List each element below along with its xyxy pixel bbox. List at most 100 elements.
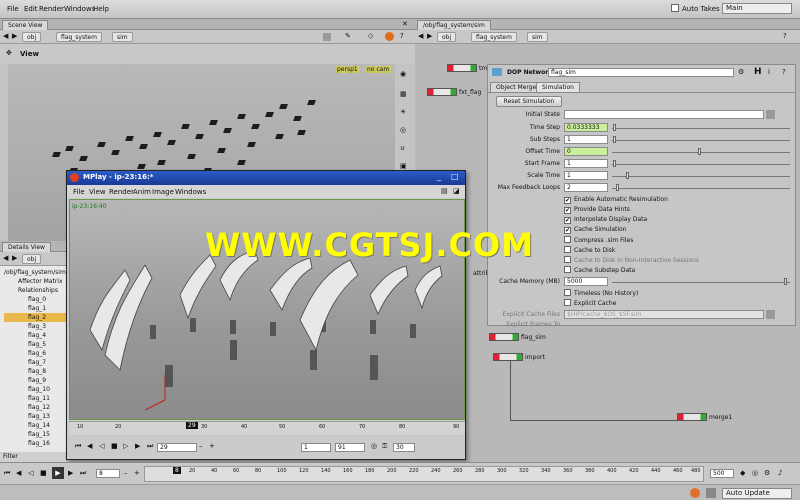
mplay-menu-anim[interactable]: Anim: [133, 188, 151, 196]
cache-disk-noninteractive-checkbox[interactable]: Cache to Disk in Non-Interactive Session…: [564, 256, 699, 264]
sub-steps-slider[interactable]: [613, 136, 616, 143]
tree-item-flag-selected[interactable]: flag_2: [4, 313, 66, 322]
minus-icon[interactable]: –: [124, 469, 128, 478]
tab-details-view[interactable]: Details View: [2, 242, 51, 252]
tree-item-affector[interactable]: Affector Matrix: [4, 277, 66, 286]
time-step-slider[interactable]: [613, 124, 616, 131]
display-icon[interactable]: ▦: [400, 90, 407, 99]
auto-update-select[interactable]: Auto Update: [722, 488, 792, 499]
mplay-frame-field[interactable]: 29: [157, 443, 197, 452]
offset-time-field[interactable]: 0: [564, 147, 608, 156]
gear-icon[interactable]: ⚙: [738, 68, 744, 77]
help-icon[interactable]: ?: [400, 32, 404, 41]
maximize-icon[interactable]: □: [451, 172, 459, 181]
mplay-menu-windows[interactable]: Windows: [175, 188, 206, 196]
minus-icon[interactable]: –: [199, 442, 203, 451]
help-icon[interactable]: ?: [783, 32, 787, 41]
tree-item-flag[interactable]: flag_10: [4, 385, 66, 394]
max-feedback-field[interactable]: 2: [564, 183, 608, 192]
reset-simulation-button[interactable]: Reset Simulation: [496, 96, 562, 107]
node-merge[interactable]: [677, 413, 707, 421]
eye-icon[interactable]: ◉: [400, 70, 406, 79]
cube-icon[interactable]: ◇: [368, 32, 373, 41]
scale-time-field[interactable]: 1: [564, 171, 608, 180]
tab-network-path[interactable]: /obj/flag_system/sim: [417, 20, 491, 30]
mplay-menu-view[interactable]: View: [89, 188, 106, 196]
first-frame-icon[interactable]: ⏮: [75, 442, 81, 451]
mplay-menu-render[interactable]: Render: [109, 188, 134, 196]
interpolate-display-checkbox[interactable]: ✔ Interpolate Display Data: [564, 216, 647, 224]
tab-scene-view[interactable]: Scene View: [2, 20, 49, 30]
last-frame-icon[interactable]: ⏭: [147, 442, 153, 451]
crumb-sim[interactable]: sim: [112, 32, 133, 42]
range-icon[interactable]: ◎: [752, 469, 758, 478]
tree-item-relationships[interactable]: Relationships: [4, 286, 66, 295]
crumb-obj[interactable]: obj: [437, 32, 457, 42]
mplay-titlebar[interactable]: MPlay - ip-23:16:* _ □: [67, 171, 465, 185]
close-icon[interactable]: ✕: [402, 20, 408, 28]
crumb-flag-system[interactable]: flag_system: [471, 32, 517, 42]
time-step-field[interactable]: 0.0333333: [564, 123, 608, 132]
mplay-menu-image[interactable]: Image: [152, 188, 174, 196]
tree-root-path[interactable]: /obj/flag_system/sim: [4, 268, 66, 277]
forward-icon[interactable]: ▶: [12, 254, 17, 263]
stop-icon[interactable]: ■: [111, 442, 118, 451]
tree-item-flag[interactable]: flag_6: [4, 349, 66, 358]
tab-simulation[interactable]: Simulation: [536, 82, 580, 92]
tree-item-flag[interactable]: flag_4: [4, 331, 66, 340]
tree-item-flag[interactable]: flag_11: [4, 394, 66, 403]
end-frame-field[interactable]: 500: [710, 469, 734, 478]
play-reverse-icon[interactable]: ◁: [28, 469, 33, 478]
explicit-cache-checkbox[interactable]: Explicit Cache: [564, 299, 616, 307]
audio-icon[interactable]: ♪: [778, 469, 782, 478]
node-flag-sim[interactable]: [489, 333, 519, 341]
start-frame-slider[interactable]: [613, 160, 616, 167]
crumb-obj[interactable]: obj: [22, 32, 42, 42]
tree-item-flag[interactable]: flag_1: [4, 304, 66, 313]
step-forward-icon[interactable]: ▶: [68, 469, 73, 478]
camera-nocam-menu[interactable]: no cam: [365, 66, 392, 73]
help-icon[interactable]: ?: [782, 68, 786, 77]
lock-icon[interactable]: ⚿: [382, 442, 387, 451]
play-reverse-icon[interactable]: ◁: [99, 442, 104, 451]
crumb-flag-system[interactable]: flag_system: [56, 32, 102, 42]
mplay-start-field[interactable]: 1: [301, 443, 331, 452]
crumb-obj[interactable]: obj: [22, 254, 42, 264]
back-icon[interactable]: ◀: [3, 254, 8, 263]
menu-edit[interactable]: Edit: [24, 5, 38, 13]
step-back-icon[interactable]: ◀: [16, 469, 21, 478]
tree-item-flag[interactable]: flag_15: [4, 430, 66, 439]
tab-object-merge[interactable]: Object Merge: [490, 82, 543, 92]
range-icon[interactable]: ◎: [371, 442, 377, 451]
back-icon[interactable]: ◀: [3, 32, 8, 41]
tree-item-flag[interactable]: flag_3: [4, 322, 66, 331]
mplay-menu-file[interactable]: File: [73, 188, 85, 196]
pin-icon[interactable]: ✎: [345, 32, 351, 41]
menu-windows[interactable]: Windows: [64, 5, 95, 13]
scale-time-slider[interactable]: [626, 172, 629, 179]
menu-render[interactable]: Render: [39, 5, 64, 13]
light-icon[interactable]: ☀: [400, 108, 406, 117]
explicit-files-field[interactable]: $HIP/cache_$OS_$SF.sim: [564, 310, 764, 319]
compress-sim-checkbox[interactable]: Compress .sim Files: [564, 236, 633, 244]
max-feedback-slider[interactable]: [616, 184, 619, 191]
cache-simulation-checkbox[interactable]: ✔ Cache Simulation: [564, 226, 627, 234]
keyframe-icon[interactable]: ◆: [740, 469, 745, 478]
node-fxt-flag[interactable]: [427, 88, 457, 96]
current-frame-field[interactable]: 8: [96, 469, 120, 478]
snap-icon[interactable]: ◎: [400, 126, 406, 135]
mplay-timeline[interactable]: 10 20 29 30 40 50 60 70 80 90: [69, 421, 465, 435]
play-icon[interactable]: ▶: [52, 467, 64, 479]
tree-item-flag[interactable]: flag_7: [4, 358, 66, 367]
auto-takes-checkbox[interactable]: [671, 4, 679, 12]
back-icon[interactable]: ◀: [418, 32, 423, 41]
cache-memory-field[interactable]: 5000: [564, 277, 608, 286]
stop-icon[interactable]: ■: [40, 469, 47, 478]
first-frame-icon[interactable]: ⏮: [4, 469, 10, 478]
current-frame-marker[interactable]: 8: [173, 467, 181, 474]
h-icon[interactable]: H: [754, 67, 762, 77]
tree-item-flag[interactable]: flag_16: [4, 439, 66, 448]
step-back-icon[interactable]: ◀: [87, 442, 92, 451]
plus-icon[interactable]: +: [134, 469, 140, 478]
tree-item-flag[interactable]: flag_9: [4, 376, 66, 385]
